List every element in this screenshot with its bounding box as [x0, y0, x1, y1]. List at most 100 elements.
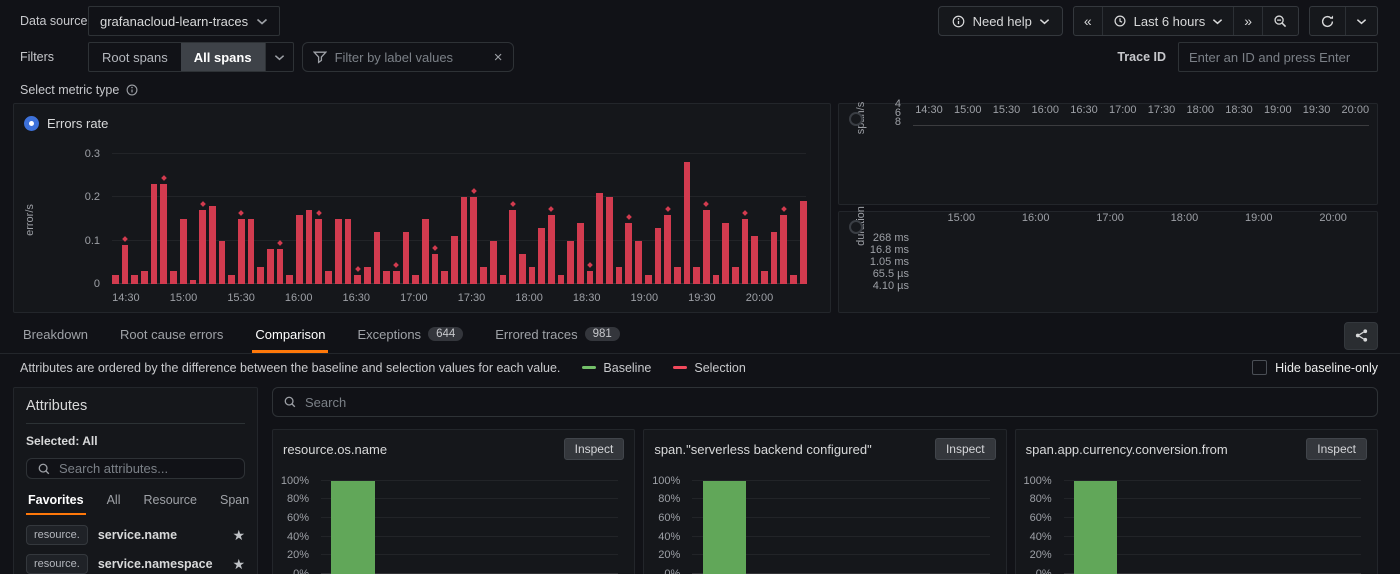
bar — [713, 275, 720, 284]
bar — [141, 271, 148, 284]
bar — [170, 271, 177, 284]
bar — [655, 228, 662, 284]
comparison-note-row: Attributes are ordered by the difference… — [20, 354, 1378, 381]
legend-baseline: Baseline — [582, 361, 651, 375]
point-marker — [393, 262, 399, 268]
chevron-down-icon — [1212, 18, 1223, 25]
point-marker — [200, 201, 206, 207]
y-tick-label: 0.1 — [24, 235, 100, 247]
chevron-down-icon — [1356, 18, 1367, 25]
baseline-swatch — [582, 366, 596, 369]
favorite-star-icon[interactable]: ★ — [232, 527, 245, 544]
data-source-picker[interactable]: grafanacloud-learn-traces — [88, 6, 280, 36]
panel-title: span."serverless backend configured" — [654, 442, 871, 457]
x-tick-label: 17:00 — [1109, 104, 1137, 116]
bar — [180, 219, 187, 284]
attributes-search-input[interactable] — [59, 461, 234, 476]
time-range-label: Last 6 hours — [1134, 14, 1206, 29]
tab-breakdown[interactable]: Breakdown — [20, 318, 91, 353]
list-item[interactable]: resource. service.namespace ★ — [26, 554, 245, 574]
bar — [587, 271, 594, 284]
duration-radio[interactable] — [849, 220, 863, 234]
x-tick-label: 19:00 — [1264, 104, 1292, 116]
point-marker — [122, 236, 128, 242]
bar — [684, 162, 691, 284]
time-zoom-out-button[interactable] — [1262, 7, 1298, 35]
inspect-button[interactable]: Inspect — [1306, 438, 1367, 460]
time-shift-back-button[interactable]: « — [1074, 7, 1102, 35]
tab-root-cause-errors[interactable]: Root cause errors — [117, 318, 226, 353]
x-tick-label: 17:30 — [1148, 104, 1176, 116]
attr-tab-all[interactable]: All — [105, 489, 123, 515]
y-tick-label: 60% — [1016, 512, 1052, 524]
comparison-chart: 100%80%60%40%20%0% — [273, 466, 630, 574]
tab-errored-traces[interactable]: Errored traces 981 — [492, 318, 623, 353]
inspect-button[interactable]: Inspect — [935, 438, 996, 460]
scope-all-spans[interactable]: All spans — [181, 43, 265, 71]
bar — [296, 215, 303, 285]
need-help-button[interactable]: Need help — [938, 6, 1063, 36]
scope-dropdown-caret[interactable] — [265, 43, 293, 71]
exceptions-count-badge: 644 — [428, 327, 463, 341]
time-range-picker[interactable]: Last 6 hours — [1102, 7, 1234, 35]
time-shift-forward-button[interactable]: » — [1233, 7, 1262, 35]
bar — [160, 184, 167, 284]
scope-badge: resource. — [26, 554, 88, 574]
attr-tab-span[interactable]: Span — [218, 489, 251, 515]
bar — [412, 275, 419, 284]
scope-badge: resource. — [26, 525, 88, 545]
clear-filter-icon[interactable]: × — [494, 50, 503, 65]
x-tick-label: 18:00 — [1187, 104, 1215, 116]
bar — [451, 236, 458, 284]
panel-title: resource.os.name — [283, 442, 387, 457]
bar — [331, 481, 374, 574]
info-circle-icon[interactable] — [125, 83, 139, 97]
tab-exceptions[interactable]: Exceptions 644 — [354, 318, 466, 353]
bar — [509, 210, 516, 284]
selection-swatch — [673, 366, 687, 369]
attribute-name: service.namespace — [98, 557, 213, 571]
bar — [461, 197, 468, 284]
x-tick-label: 20:00 — [1342, 104, 1370, 116]
x-tick-label: 19:00 — [1245, 212, 1273, 224]
scope-root-spans[interactable]: Root spans — [89, 43, 181, 71]
bar — [490, 241, 497, 284]
x-tick-label: 17:00 — [400, 292, 428, 304]
spans-rate-radio[interactable] — [849, 112, 863, 126]
comparison-search-input[interactable] — [305, 395, 1367, 410]
bar — [732, 267, 739, 284]
attributes-selected-label: Selected: All — [26, 434, 245, 448]
favorite-star-icon[interactable]: ★ — [232, 556, 245, 573]
select-metric-type-label: Select metric type — [20, 83, 119, 97]
refresh-interval-dropdown[interactable] — [1345, 7, 1377, 35]
tab-comparison[interactable]: Comparison — [252, 318, 328, 353]
share-button[interactable] — [1344, 322, 1378, 350]
inspect-button[interactable]: Inspect — [564, 438, 625, 460]
x-tick-label: 18:00 — [515, 292, 543, 304]
point-marker — [355, 266, 361, 272]
bar — [800, 201, 807, 284]
attributes-search-box — [26, 458, 245, 479]
x-tick-label: 18:00 — [1171, 212, 1199, 224]
attr-tab-resource[interactable]: Resource — [142, 489, 200, 515]
x-tick-label: 20:00 — [1319, 212, 1347, 224]
bar — [635, 241, 642, 284]
attr-tab-favorites[interactable]: Favorites — [26, 489, 86, 515]
label-filter-input[interactable] — [335, 50, 486, 65]
refresh-button[interactable] — [1310, 7, 1345, 35]
comparison-panel-resource-os-name: resource.os.name Inspect 100%80%60%40%20… — [272, 429, 635, 574]
bar — [606, 197, 613, 284]
trace-id-input[interactable] — [1189, 50, 1367, 65]
point-marker — [703, 201, 709, 207]
y-tick-label: 80% — [1016, 493, 1052, 505]
x-tick-label: 15:00 — [170, 292, 198, 304]
x-tick-label: 18:30 — [1225, 104, 1253, 116]
bar — [771, 232, 778, 284]
list-item[interactable]: resource. service.name ★ — [26, 525, 245, 545]
errors-rate-radio[interactable] — [24, 116, 39, 131]
bar — [267, 249, 274, 284]
x-tick-label: 15:00 — [954, 104, 982, 116]
clock-icon — [1113, 14, 1127, 28]
comparison-search-box — [272, 387, 1378, 417]
hide-baseline-only-checkbox[interactable] — [1252, 360, 1267, 375]
